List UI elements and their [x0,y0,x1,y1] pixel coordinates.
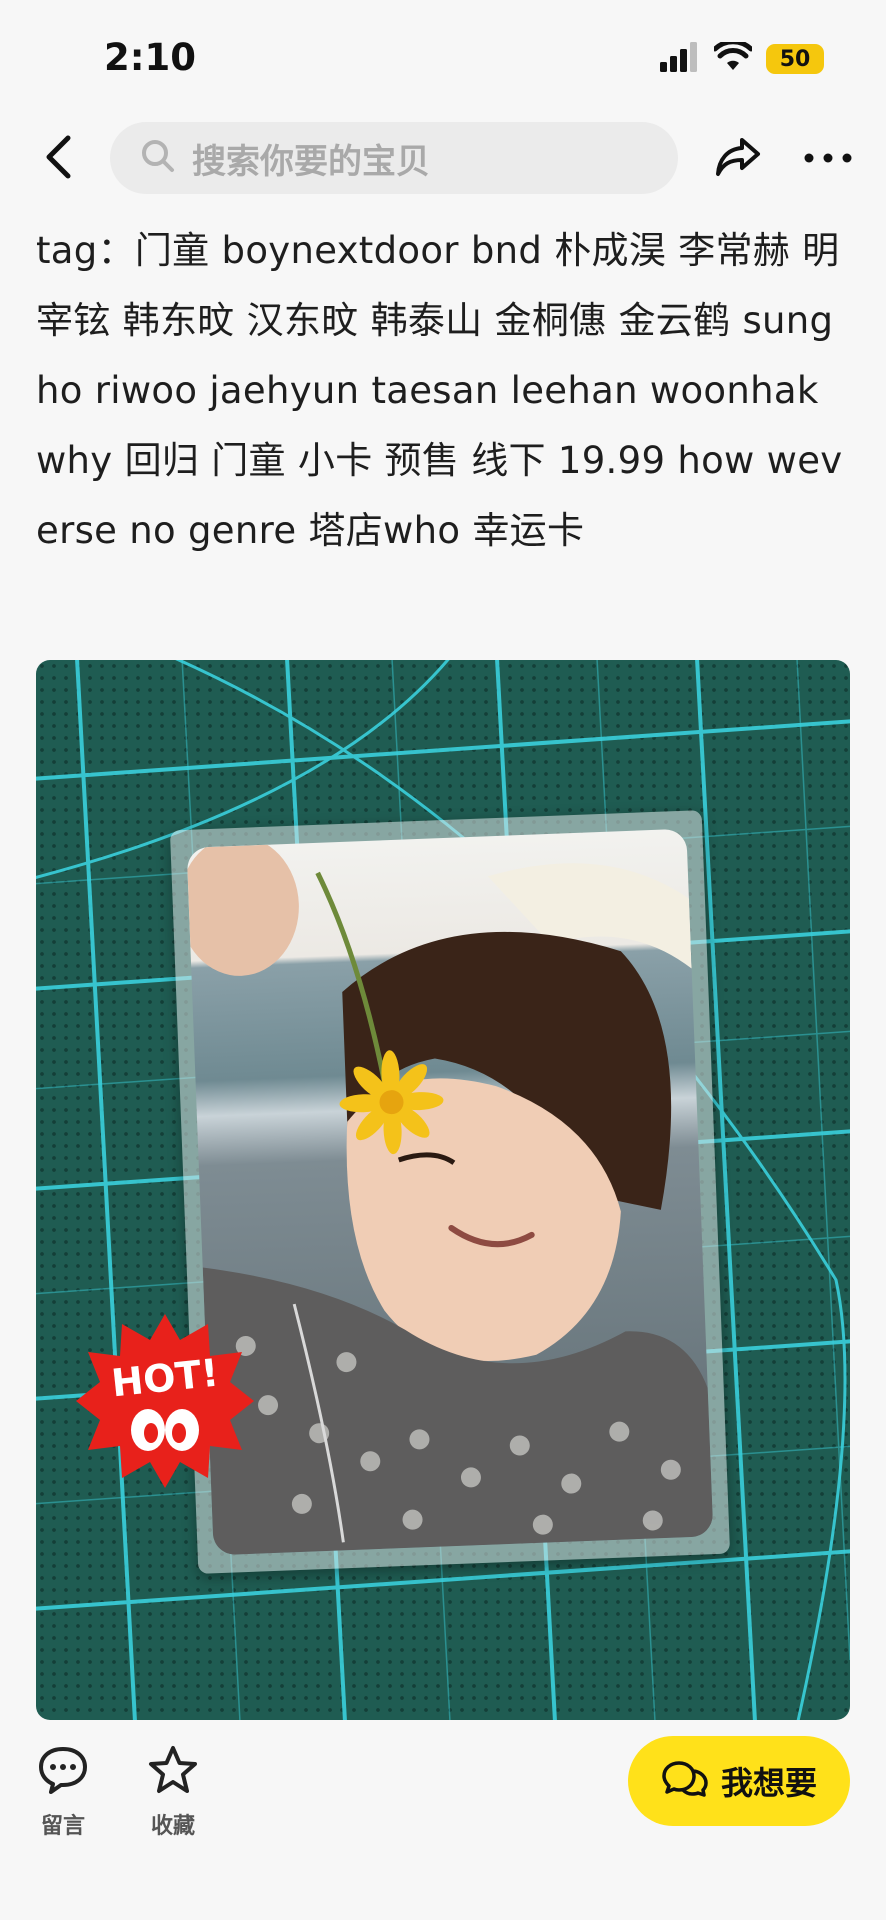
battery-indicator: 50 [766,44,824,74]
product-image[interactable]: HOT! [36,660,850,1720]
want-button[interactable]: 我想要 [628,1736,850,1826]
star-icon [145,1742,201,1798]
want-label: 我想要 [720,1764,817,1802]
status-bar: 2:10 50 [0,0,886,112]
comment-icon [35,1742,91,1798]
bottom-action-bar: 留言 收藏 我想要 [0,1722,886,1920]
share-icon [716,138,760,176]
hot-badge: HOT! [76,1312,254,1490]
chat-bubble-icon [661,1759,709,1803]
search-placeholder: 搜索你要的宝贝 [192,141,430,182]
more-icon [804,153,852,163]
status-time: 2:10 [104,36,197,79]
back-button[interactable] [34,132,84,182]
signal-icon [660,42,700,76]
top-nav: 搜索你要的宝贝 [0,118,886,198]
more-button[interactable] [796,130,860,186]
photocard-photo [186,828,714,1556]
comment-button[interactable]: 留言 [18,1742,108,1840]
wifi-icon [712,39,754,76]
search-input[interactable]: 搜索你要的宝贝 [110,122,678,194]
favorite-button[interactable]: 收藏 [128,1742,218,1840]
chevron-left-icon [46,135,71,179]
photocard-illustration [186,835,714,1556]
status-icons: 50 [660,39,824,76]
comment-label: 留言 [40,1814,85,1839]
search-icon [140,138,176,178]
share-button[interactable] [710,130,766,186]
item-description: tag：门童 boynextdoor bnd 朴成淏 李常赫 明宰铉 韩东旼 汉… [36,229,843,552]
favorite-label: 收藏 [150,1814,195,1839]
